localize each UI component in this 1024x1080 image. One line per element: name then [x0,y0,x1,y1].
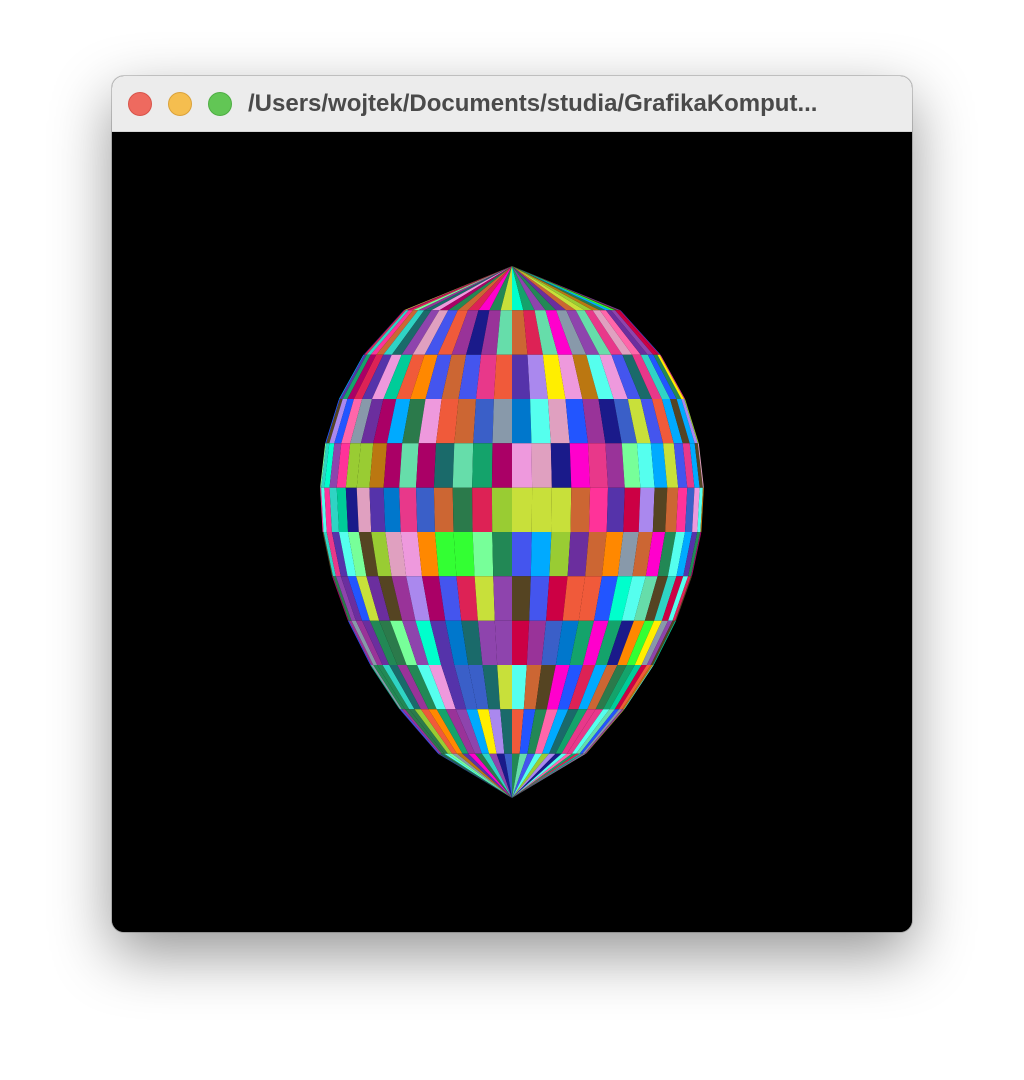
egg-facet [345,487,359,532]
egg-facet [531,443,552,488]
egg-facet [512,443,533,488]
egg-facet [550,443,572,488]
egg-facet [569,443,591,488]
window-title: /Users/wojtek/Documents/studia/GrafikaKo… [248,90,818,117]
egg-facet [605,443,625,488]
egg-facet [369,487,386,532]
egg-facet [493,576,512,621]
egg-facet [472,487,493,532]
egg-facet [473,399,494,444]
egg-facet [452,443,474,488]
egg-facet [551,487,572,532]
title-bar[interactable]: /Users/wojtek/Documents/studia/GrafikaKo… [112,76,912,132]
egg-facet [433,443,455,488]
egg-facet [383,487,401,532]
app-window: /Users/wojtek/Documents/studia/GrafikaKo… [112,76,912,932]
egg-facet [589,487,608,532]
egg-facet [433,487,454,532]
egg-facet [512,576,531,621]
egg-facet [416,487,435,532]
egg-render [320,266,704,798]
egg-facet [474,576,495,621]
egg-facet [472,443,493,488]
egg-facet [512,354,531,399]
egg-facet [570,487,591,532]
egg-facet [531,487,552,532]
egg-facet [652,487,668,532]
egg-facet [416,443,436,488]
egg-facet [512,487,533,532]
zoom-button[interactable] [208,92,232,116]
close-button[interactable] [128,92,152,116]
egg-facet [492,532,512,577]
egg-facet [512,620,530,665]
egg-facet [491,487,512,532]
render-canvas[interactable] [112,132,912,932]
egg-facet [530,532,552,577]
egg-facet [606,487,625,532]
egg-facet [588,443,608,488]
egg-facet [399,443,419,488]
egg-facet [665,487,679,532]
egg-facet [493,354,512,399]
multicolored-egg [320,266,704,798]
egg-facet [512,399,532,444]
egg-facet [492,399,512,444]
egg-facet [452,487,473,532]
egg-facet [512,532,532,577]
egg-facet [356,487,372,532]
egg-facet [399,487,418,532]
minimize-button[interactable] [168,92,192,116]
egg-facet [549,532,571,577]
egg-facet [529,576,550,621]
egg-facet [491,443,512,488]
egg-facet [623,487,641,532]
egg-facet [638,487,655,532]
egg-facet [530,399,551,444]
egg-facet [453,532,475,577]
egg-facet [494,620,512,665]
egg-facet [472,532,494,577]
